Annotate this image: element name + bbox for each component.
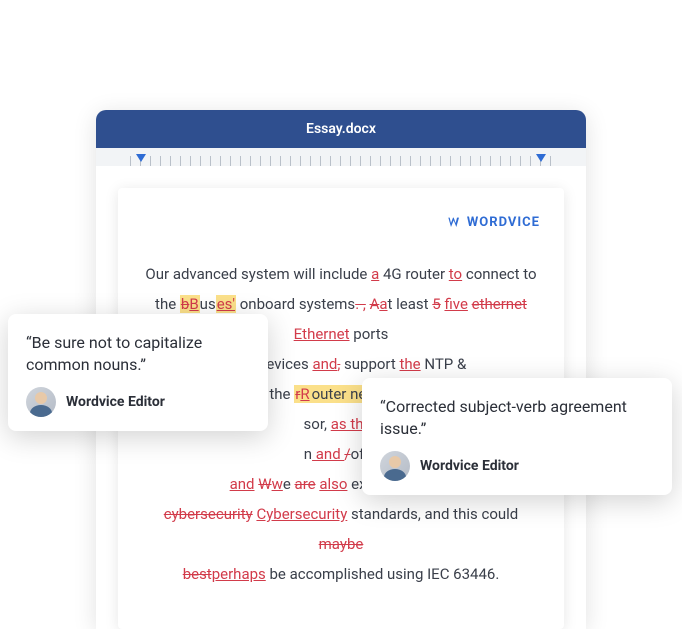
wordvice-logo: WORDVICE <box>447 208 540 238</box>
text: n <box>304 445 312 463</box>
avatar <box>26 387 56 417</box>
insertion: and <box>312 445 344 463</box>
deletion: best <box>183 565 212 583</box>
deletion: ethernet <box>472 295 527 313</box>
deletion: . , <box>355 295 366 313</box>
text: ports <box>350 325 389 343</box>
text: e <box>283 475 295 493</box>
deletion: cybersecurity <box>164 505 253 523</box>
text: us <box>200 295 216 313</box>
text: 4G router <box>379 265 449 283</box>
text: be accomplished using IEC 63446. <box>266 565 500 583</box>
text: standards, and this could <box>347 505 518 523</box>
insertion: the <box>400 355 421 373</box>
deletion: A <box>370 295 380 313</box>
insertion: Cybersecurity <box>256 505 347 523</box>
deletion: maybe <box>319 535 364 553</box>
insertion-highlight: es' <box>216 295 236 313</box>
ruler-marker-left-icon[interactable] <box>136 154 146 162</box>
comment-author: Wordvice Editor <box>26 387 250 417</box>
deletion: W <box>258 475 271 493</box>
avatar <box>380 451 410 481</box>
text: t least <box>388 295 433 313</box>
text: support <box>340 355 399 373</box>
insertion: w <box>272 475 283 493</box>
text: Our advanced system will include <box>145 265 371 283</box>
insertion: and <box>230 475 255 493</box>
comment-bubble-capitalization[interactable]: “Be sure not to capitalize common nouns.… <box>8 314 268 431</box>
text: NTP & <box>421 355 467 373</box>
logo: WORDVICE <box>142 208 540 241</box>
comment-text: “Corrected subject-verb agreement issue.… <box>380 396 654 439</box>
insertion: to <box>449 265 462 283</box>
author-name: Wordvice Editor <box>420 458 519 474</box>
insertion: also <box>319 475 347 493</box>
insertion-highlight: B <box>189 295 198 313</box>
insertion: perhaps <box>212 565 266 583</box>
comment-text: “Be sure not to capitalize common nouns.… <box>26 332 250 375</box>
logo-text: WORDVICE <box>467 208 540 238</box>
document-filename: Essay.docx <box>306 121 376 137</box>
deletion: 5 <box>432 295 440 313</box>
ruler-ticks <box>130 156 552 166</box>
titlebar: Essay.docx <box>96 110 586 148</box>
ruler <box>96 148 586 166</box>
deletion: are <box>295 475 316 493</box>
text: onboard systems <box>236 295 355 313</box>
insertion: five <box>444 295 467 313</box>
comment-bubble-agreement[interactable]: “Corrected subject-verb agreement issue.… <box>362 378 672 495</box>
insertion: a <box>379 295 387 313</box>
ruler-marker-right-icon[interactable] <box>536 154 546 162</box>
insertion: Ethernet <box>294 325 350 343</box>
insertion-highlight: R <box>300 385 309 403</box>
text: sor, <box>304 415 331 433</box>
text: the <box>266 385 295 403</box>
author-name: Wordvice Editor <box>66 394 165 410</box>
comment-author: Wordvice Editor <box>380 451 654 481</box>
wordvice-logo-icon <box>447 215 463 231</box>
insertion: and <box>312 355 337 373</box>
